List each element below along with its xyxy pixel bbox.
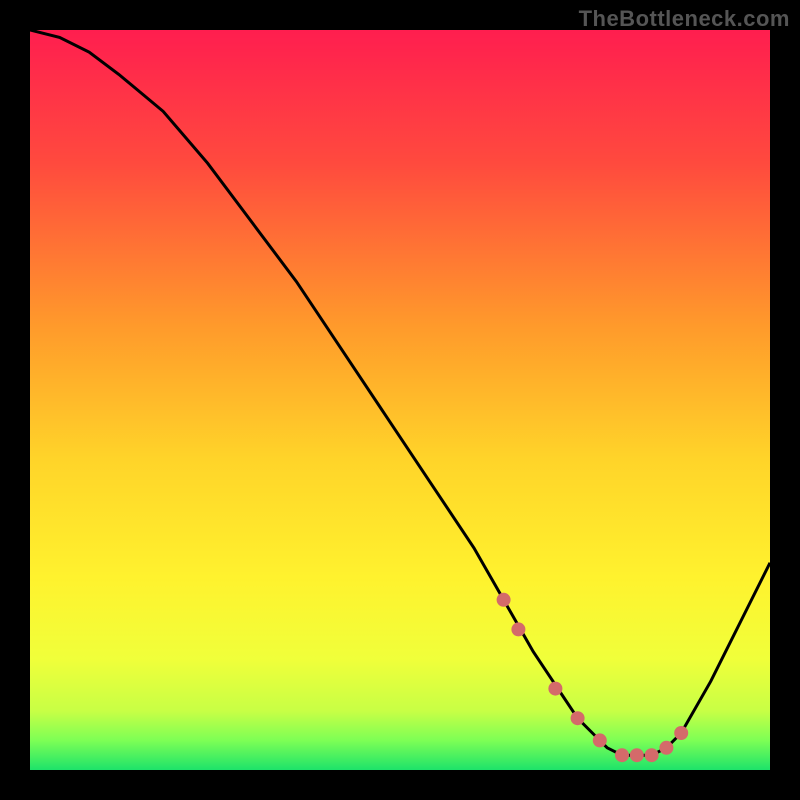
sweet-spot-dot — [659, 741, 673, 755]
plot-area — [30, 30, 770, 770]
sweet-spot-dot — [630, 748, 644, 762]
sweet-spot-dot — [548, 682, 562, 696]
sweet-spot-dot — [571, 711, 585, 725]
watermark-text: TheBottleneck.com — [579, 6, 790, 32]
chart-svg — [30, 30, 770, 770]
chart-frame: TheBottleneck.com — [0, 0, 800, 800]
sweet-spot-dot — [645, 748, 659, 762]
sweet-spot-dot — [593, 733, 607, 747]
sweet-spot-dot — [615, 748, 629, 762]
sweet-spot-dot — [497, 593, 511, 607]
sweet-spot-dot — [674, 726, 688, 740]
sweet-spot-dot — [511, 622, 525, 636]
gradient-background — [30, 30, 770, 770]
